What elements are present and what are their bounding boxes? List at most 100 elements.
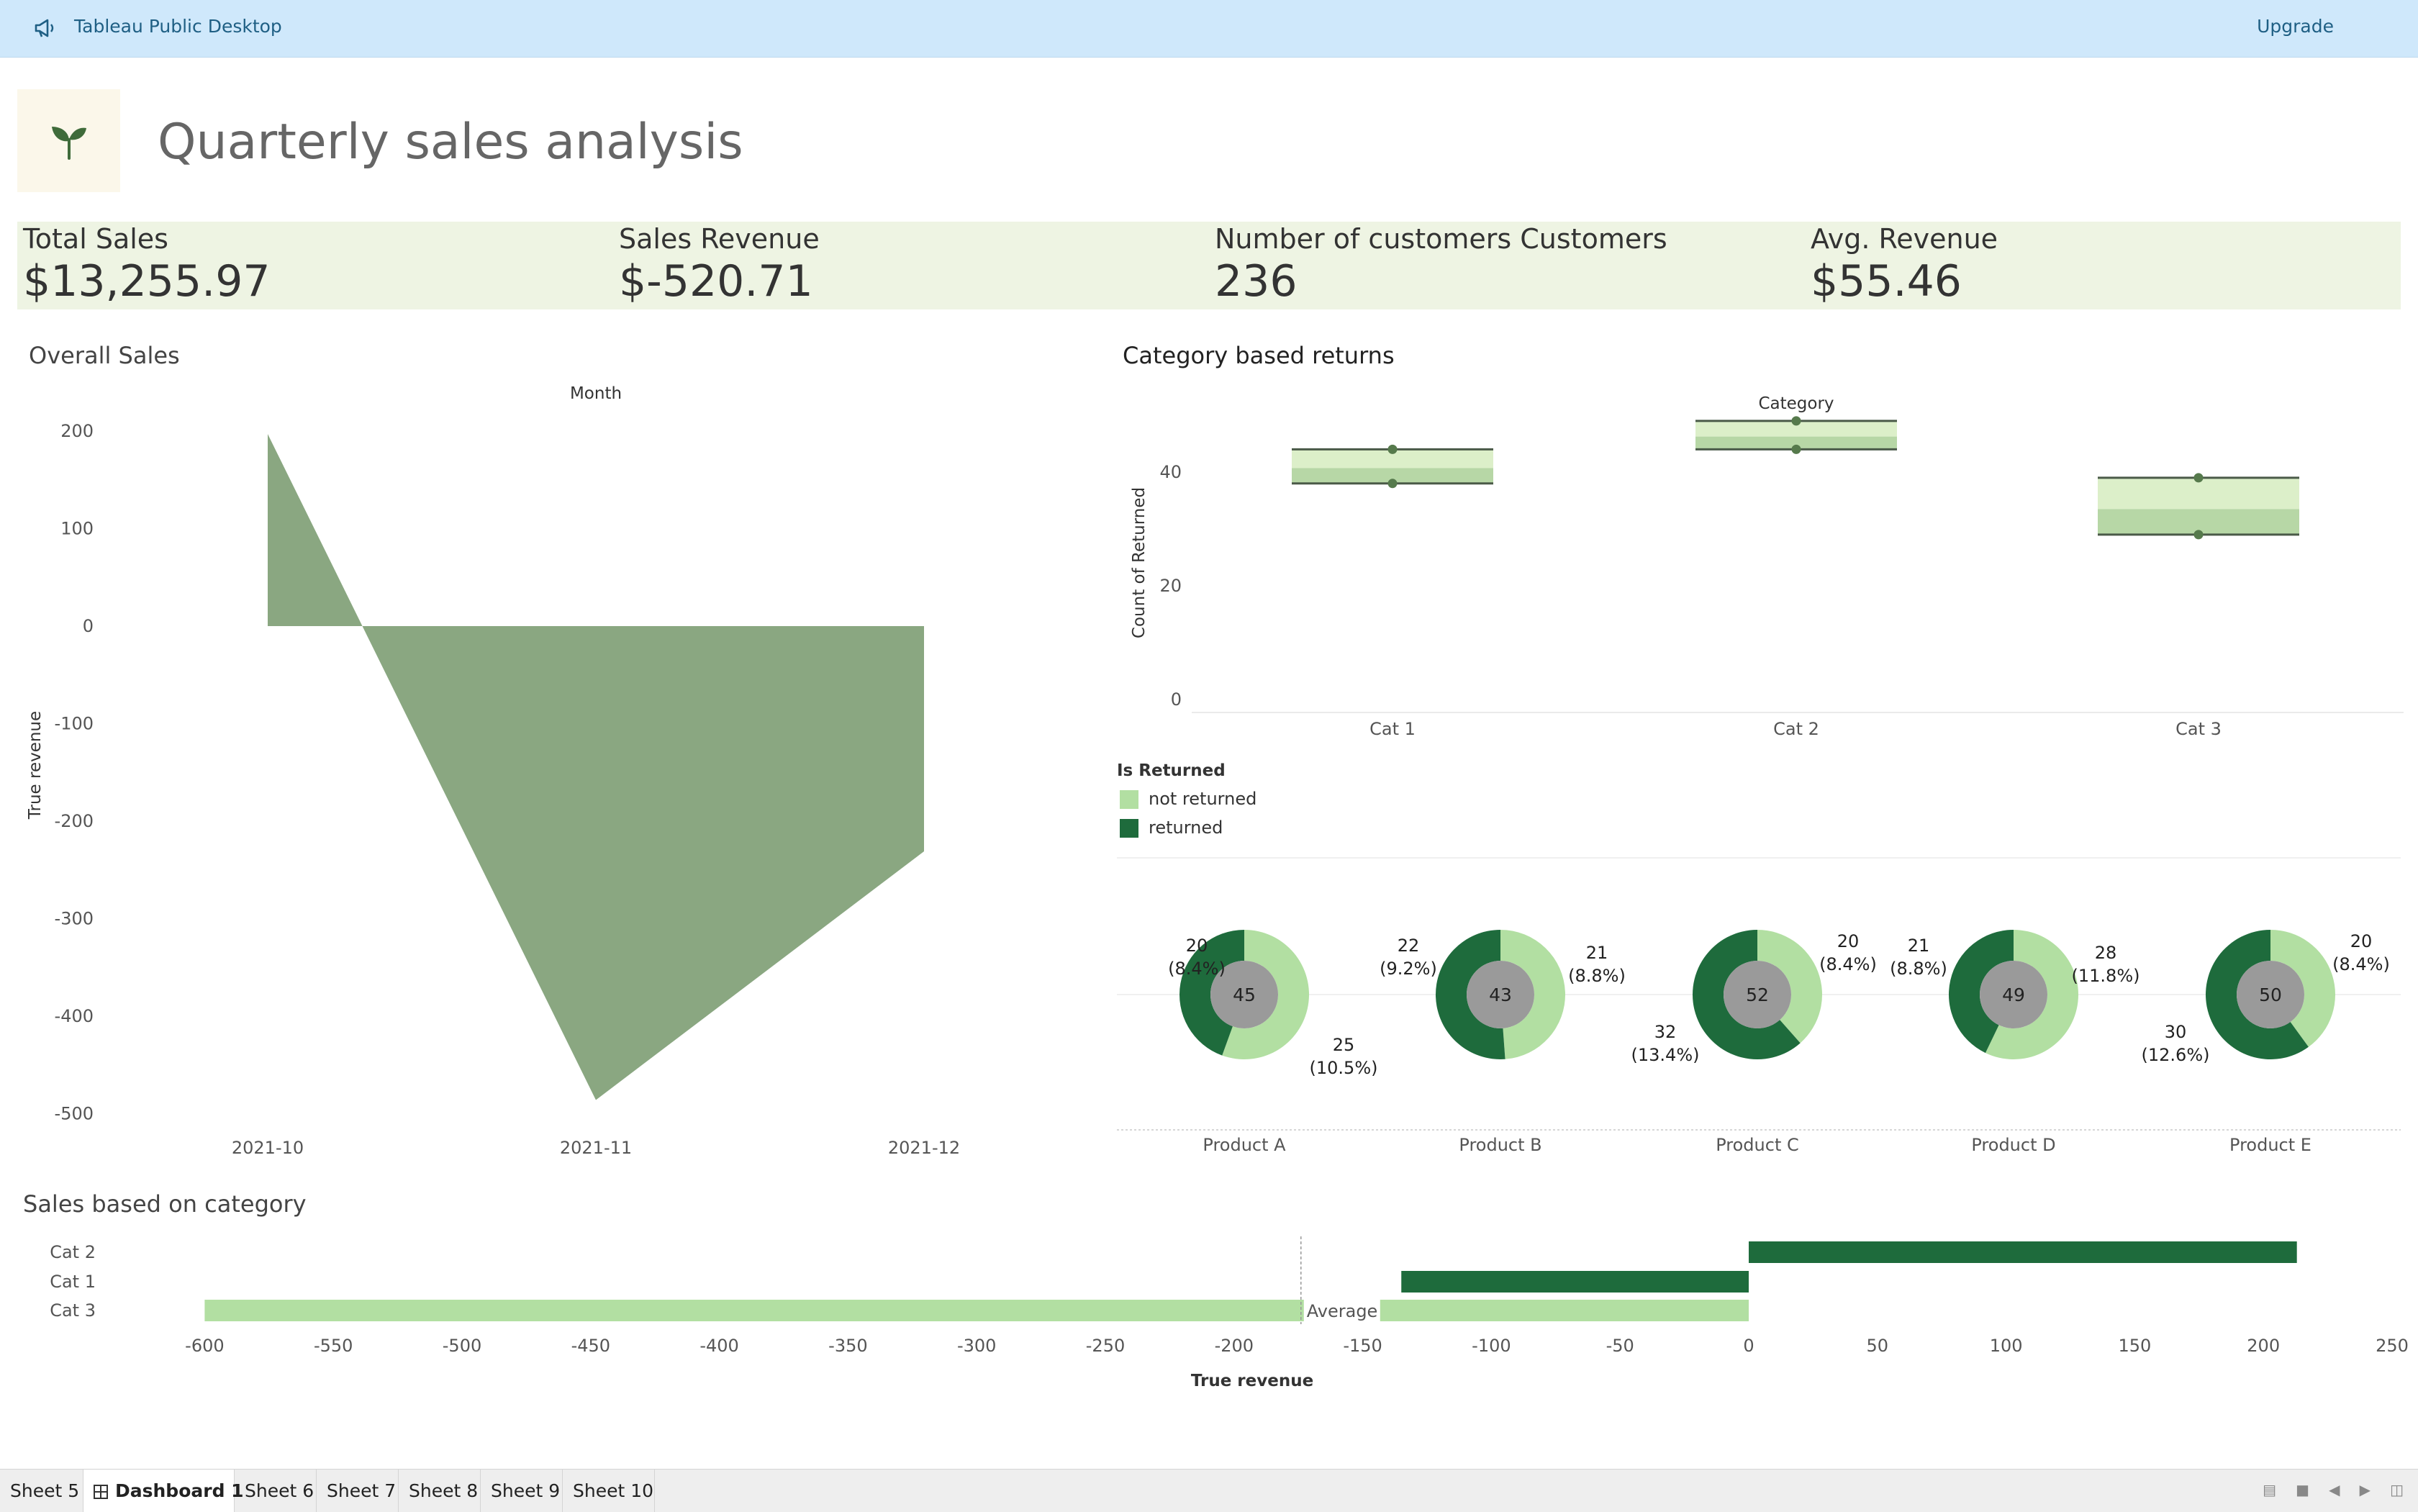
kpi-label: Number of customers Customers <box>1215 223 1667 255</box>
legend-item-not-returned[interactable]: not returned <box>1117 789 1256 810</box>
category-label: Cat 1 <box>50 1272 96 1292</box>
slice-value-label: 32 <box>1654 1022 1677 1042</box>
x-tick-label: -450 <box>571 1336 610 1356</box>
point-not-returned <box>1387 444 1398 454</box>
tab-view-icon[interactable]: ■ <box>2296 1481 2309 1498</box>
kpi-customers: Number of customers Customers 236 <box>1209 222 1805 309</box>
product-name-label: Product A <box>1203 1135 1286 1155</box>
area-positive-segment <box>268 434 363 626</box>
slice-value-label: 22 <box>1398 936 1420 956</box>
slice-value-label: 25 <box>1333 1035 1355 1055</box>
point-not-returned <box>1791 416 1801 426</box>
kpi-sales-revenue: Sales Revenue $-520.71 <box>613 222 1209 309</box>
tab-sheet-7[interactable]: Sheet 7 <box>317 1470 399 1512</box>
y-tick-label: 0 <box>1171 689 1182 710</box>
average-label: Average <box>1307 1301 1378 1321</box>
sales-category-title: Sales based on category <box>23 1190 307 1218</box>
y-tick-label: -400 <box>55 1006 94 1026</box>
tab-sheet-10[interactable]: Sheet 10 <box>563 1470 655 1512</box>
slice-value-label: 20 <box>2350 931 2373 951</box>
slice-value-label: 20 <box>1837 931 1860 951</box>
slice-percent-label: (8.4%) <box>1168 959 1226 979</box>
legend-swatch <box>1120 819 1138 838</box>
tab-sheet-9[interactable]: Sheet 9 <box>481 1470 563 1512</box>
category-returns-title: Category based returns <box>1123 342 1395 369</box>
x-tick-label: -350 <box>828 1336 867 1356</box>
x-tick-label: -300 <box>957 1336 996 1356</box>
y-tick-label: 100 <box>60 519 94 539</box>
legend-title: Is Returned <box>1117 761 1226 780</box>
kpi-label: Avg. Revenue <box>1811 223 1998 255</box>
category-label: Cat 3 <box>2175 719 2222 739</box>
y-tick-label: 0 <box>83 616 94 636</box>
kpi-value: $13,255.97 <box>23 256 271 307</box>
tab-label: Sheet 6 <box>245 1480 314 1501</box>
product-name-label: Product B <box>1459 1135 1541 1155</box>
y-tick-label: -100 <box>55 714 94 734</box>
dashboard-logo <box>17 89 120 192</box>
sprout-icon <box>52 127 86 160</box>
category-bar <box>1749 1241 2297 1263</box>
column-header-month: Month <box>570 384 622 403</box>
y-tick-label: -200 <box>55 811 94 831</box>
slice-value-label: 21 <box>1908 936 1930 956</box>
kpi-value: $-520.71 <box>619 256 813 307</box>
x-tick-label: -250 <box>1086 1336 1125 1356</box>
point-returned <box>1791 444 1801 454</box>
category-label: Cat 1 <box>1369 719 1416 739</box>
donut-total-label: 43 <box>1489 984 1512 1005</box>
product-donut-charts[interactable]: 45 Product A 43 Product B 52 Product C 49 Produ… <box>1108 849 2418 1166</box>
upgrade-link[interactable]: Upgrade <box>2257 16 2334 37</box>
tab-label: Dashboard 1 <box>115 1480 244 1501</box>
dashboard-grid-icon <box>94 1485 108 1499</box>
x-tick-label: -200 <box>1215 1336 1254 1356</box>
slice-value-label: 20 <box>1186 936 1208 956</box>
tab-sheet-5[interactable]: Sheet 5 <box>0 1470 83 1512</box>
point-not-returned <box>2193 473 2204 483</box>
previous-sheet-icon[interactable]: ◀ <box>2329 1481 2340 1498</box>
x-tick-label: 200 <box>2247 1336 2280 1356</box>
x-tick-label: 2021-12 <box>888 1138 960 1158</box>
donut-total-label: 50 <box>2259 984 2282 1005</box>
page-title: Quarterly sales analysis <box>158 114 743 171</box>
y-axis-label: Count of Returned <box>1130 487 1149 638</box>
tab-label: Sheet 9 <box>491 1480 561 1501</box>
category-label: Cat 3 <box>50 1300 96 1321</box>
tab-dashboard-1[interactable]: Dashboard 1 <box>83 1470 244 1512</box>
slice-percent-label: (10.5%) <box>1310 1058 1378 1078</box>
x-tick-label: -400 <box>699 1336 738 1356</box>
y-axis-label: True revenue <box>26 711 45 820</box>
donut-total-label: 45 <box>1233 984 1256 1005</box>
product-name-label: Product D <box>1971 1135 2055 1155</box>
tab-controls: ▤ ■ ◀ ▶ ◫ <box>2247 1481 2404 1501</box>
tab-sheet-8[interactable]: Sheet 8 <box>399 1470 481 1512</box>
tab-label: Sheet 8 <box>409 1480 479 1501</box>
kpi-value: 236 <box>1215 256 1298 307</box>
x-tick-label: -150 <box>1343 1336 1382 1356</box>
legend-label: returned <box>1149 818 1223 838</box>
sales-category-chart[interactable]: Cat 2Cat 1Cat 3 Average -600 -550 -500 -450… <box>0 1223 2418 1411</box>
slice-value-label: 28 <box>2095 943 2117 963</box>
legend-item-returned[interactable]: returned <box>1117 818 1226 839</box>
kpi-label: Total Sales <box>23 223 168 255</box>
x-tick-label: -100 <box>1472 1336 1511 1356</box>
y-tick-label: 200 <box>60 421 94 441</box>
category-label: Cat 2 <box>1773 719 1819 739</box>
overall-sales-chart[interactable]: Month True revenue 200 100 0 -100 -200 -300 -4… <box>0 374 1108 1166</box>
next-sheet-icon[interactable]: ▶ <box>2360 1481 2371 1498</box>
kpi-band: Total Sales $13,255.97 Sales Revenue $-5… <box>17 222 2401 309</box>
area-negative-segment <box>362 626 924 1100</box>
slice-percent-label: (13.4%) <box>1631 1045 1700 1065</box>
kpi-value: $55.46 <box>1811 256 1962 307</box>
slice-value-label: 30 <box>2165 1022 2187 1042</box>
presentation-mode-icon[interactable]: ◫ <box>2390 1481 2404 1498</box>
category-returns-chart[interactable]: Category Count of Returned 40 20 0 Cat 1 Ca… <box>1108 374 2418 748</box>
donut-total-label: 49 <box>2002 984 2025 1005</box>
tab-label: Sheet 7 <box>327 1480 397 1501</box>
filmstrip-view-icon[interactable]: ▤ <box>2263 1481 2276 1498</box>
kpi-total-sales: Total Sales $13,255.97 <box>17 222 613 309</box>
tab-sheet-6[interactable]: Sheet 6 <box>235 1470 317 1512</box>
legend-swatch <box>1120 790 1138 809</box>
legend-label: not returned <box>1149 789 1257 809</box>
slice-percent-label: (8.4%) <box>2332 954 2390 974</box>
